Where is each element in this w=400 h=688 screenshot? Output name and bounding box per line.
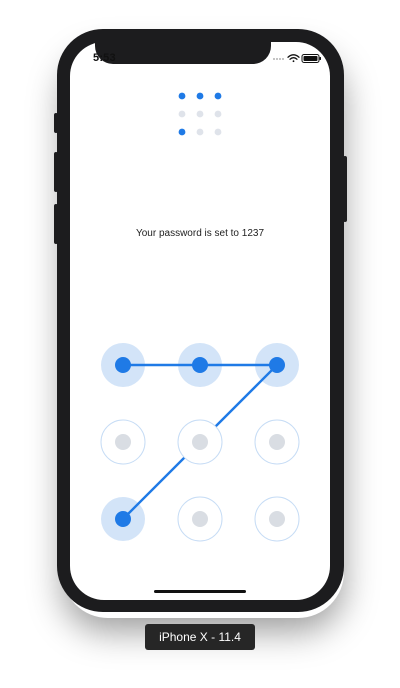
pattern-node-2[interactable] <box>192 357 208 373</box>
device-label: iPhone X - 11.4 <box>145 624 255 650</box>
pattern-node-5[interactable] <box>192 434 208 450</box>
pattern-node-6[interactable] <box>269 434 285 450</box>
pattern-node-4[interactable] <box>115 434 131 450</box>
home-indicator <box>154 590 246 593</box>
pattern-node-1[interactable] <box>115 357 131 373</box>
pattern-node-8[interactable] <box>192 511 208 527</box>
pattern-node-7[interactable] <box>115 511 131 527</box>
pattern-node-3[interactable] <box>269 357 285 373</box>
pattern-node-9[interactable] <box>269 511 285 527</box>
pattern-lock[interactable] <box>0 0 400 688</box>
